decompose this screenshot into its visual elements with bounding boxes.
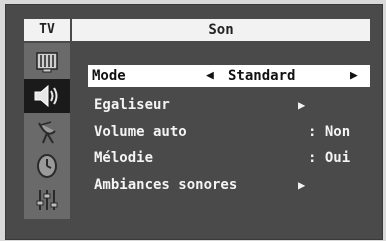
source-label: TV <box>24 19 70 41</box>
menu-title: Son <box>72 19 370 41</box>
menu-item-label: Mélodie <box>94 150 154 166</box>
sidebar <box>24 43 70 219</box>
mode-value: Standard <box>228 68 296 84</box>
menu-item-value: : Oui <box>308 150 351 166</box>
clock-icon[interactable] <box>24 149 70 183</box>
header: TV Son <box>24 19 370 41</box>
menu-item-volume-auto[interactable]: Volume auto : Non <box>90 121 366 143</box>
sound-icon[interactable] <box>24 79 70 113</box>
menu-item-ambiances-sonores[interactable]: Ambiances sonores ▶ <box>90 174 366 196</box>
menu-item-value: : Non <box>308 124 351 140</box>
menu-item-label: Volume auto <box>94 124 187 140</box>
picture-icon[interactable] <box>24 45 70 79</box>
menu-item-mode[interactable]: Mode ◀ Standard ▶ <box>88 65 370 87</box>
setup-icon[interactable] <box>24 183 70 217</box>
channel-icon[interactable] <box>24 115 70 149</box>
menu-item-label: Mode <box>92 68 126 84</box>
right-arrow-icon[interactable]: ▶ <box>350 65 358 87</box>
menu-item-label: Egaliseur <box>94 97 170 113</box>
menu-item-label: Ambiances sonores <box>94 177 238 193</box>
menu-item-egaliseur[interactable]: Egaliseur ▶ <box>90 94 366 116</box>
left-arrow-icon[interactable]: ◀ <box>206 65 214 87</box>
submenu-arrow-icon: ▶ <box>298 98 306 112</box>
osd-menu: TV Son Mode ◀ Standard ▶ Egaliseur ▶ Vol… <box>5 4 383 240</box>
menu-item-melodie[interactable]: Mélodie : Oui <box>90 147 366 169</box>
menu-list: Mode ◀ Standard ▶ Egaliseur ▶ Volume aut… <box>74 43 370 219</box>
submenu-arrow-icon: ▶ <box>298 178 306 192</box>
